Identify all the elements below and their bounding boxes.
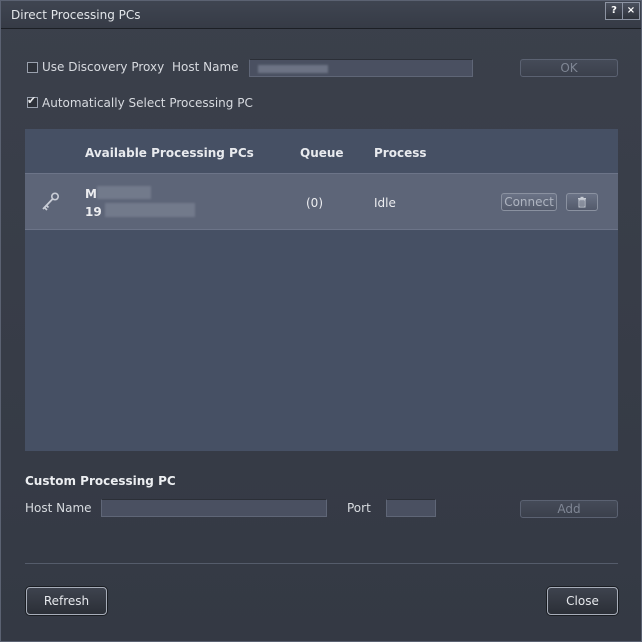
direct-processing-pcs-dialog: Direct Processing PCs ? × Use Discovery … bbox=[0, 0, 642, 642]
window-title: Direct Processing PCs bbox=[11, 8, 141, 22]
pc-address: 19 bbox=[85, 205, 102, 219]
help-button[interactable]: ? bbox=[605, 2, 623, 20]
column-queue: Queue bbox=[300, 146, 344, 160]
pc-queue: (0) bbox=[306, 196, 323, 210]
use-discovery-proxy-label: Use Discovery Proxy bbox=[42, 60, 165, 74]
port-input[interactable] bbox=[386, 499, 436, 517]
pc-process-status: Idle bbox=[374, 196, 396, 210]
auto-select-processing-pc-checkbox[interactable] bbox=[27, 94, 38, 108]
ok-button[interactable]: OK bbox=[520, 59, 618, 77]
connect-button[interactable]: Connect bbox=[501, 193, 557, 211]
delete-pc-button[interactable] bbox=[566, 193, 598, 211]
title-bar: Direct Processing PCs ? × bbox=[1, 1, 641, 29]
custom-host-name-label: Host Name bbox=[25, 501, 92, 515]
refresh-button[interactable]: Refresh bbox=[26, 587, 107, 615]
key-icon bbox=[42, 192, 60, 211]
custom-host-name-input[interactable] bbox=[101, 499, 327, 517]
close-button[interactable]: Close bbox=[547, 587, 618, 615]
redacted-host-name bbox=[258, 65, 328, 73]
column-available-processing-pcs: Available Processing PCs bbox=[85, 146, 254, 160]
pc-name: M bbox=[85, 187, 97, 201]
add-button[interactable]: Add bbox=[520, 500, 618, 518]
redacted-pc-name bbox=[97, 186, 151, 199]
use-discovery-proxy-checkbox[interactable] bbox=[27, 62, 38, 73]
auto-select-processing-pc-label: Automatically Select Processing PC bbox=[42, 96, 253, 110]
custom-processing-pc-title: Custom Processing PC bbox=[25, 474, 176, 488]
redacted-pc-address bbox=[105, 203, 195, 217]
list-header: Available Processing PCs Queue Process bbox=[25, 129, 618, 173]
port-label: Port bbox=[347, 501, 371, 515]
footer-divider bbox=[25, 563, 618, 564]
processing-pc-row[interactable]: M 19 (0) Idle Connect bbox=[25, 173, 618, 230]
column-process: Process bbox=[374, 146, 427, 160]
trash-icon bbox=[578, 196, 586, 208]
close-window-button[interactable]: × bbox=[622, 2, 640, 20]
proxy-host-name-label: Host Name bbox=[172, 60, 239, 74]
processing-pc-list: Available Processing PCs Queue Process M… bbox=[25, 129, 618, 451]
proxy-host-name-input[interactable] bbox=[249, 59, 473, 77]
